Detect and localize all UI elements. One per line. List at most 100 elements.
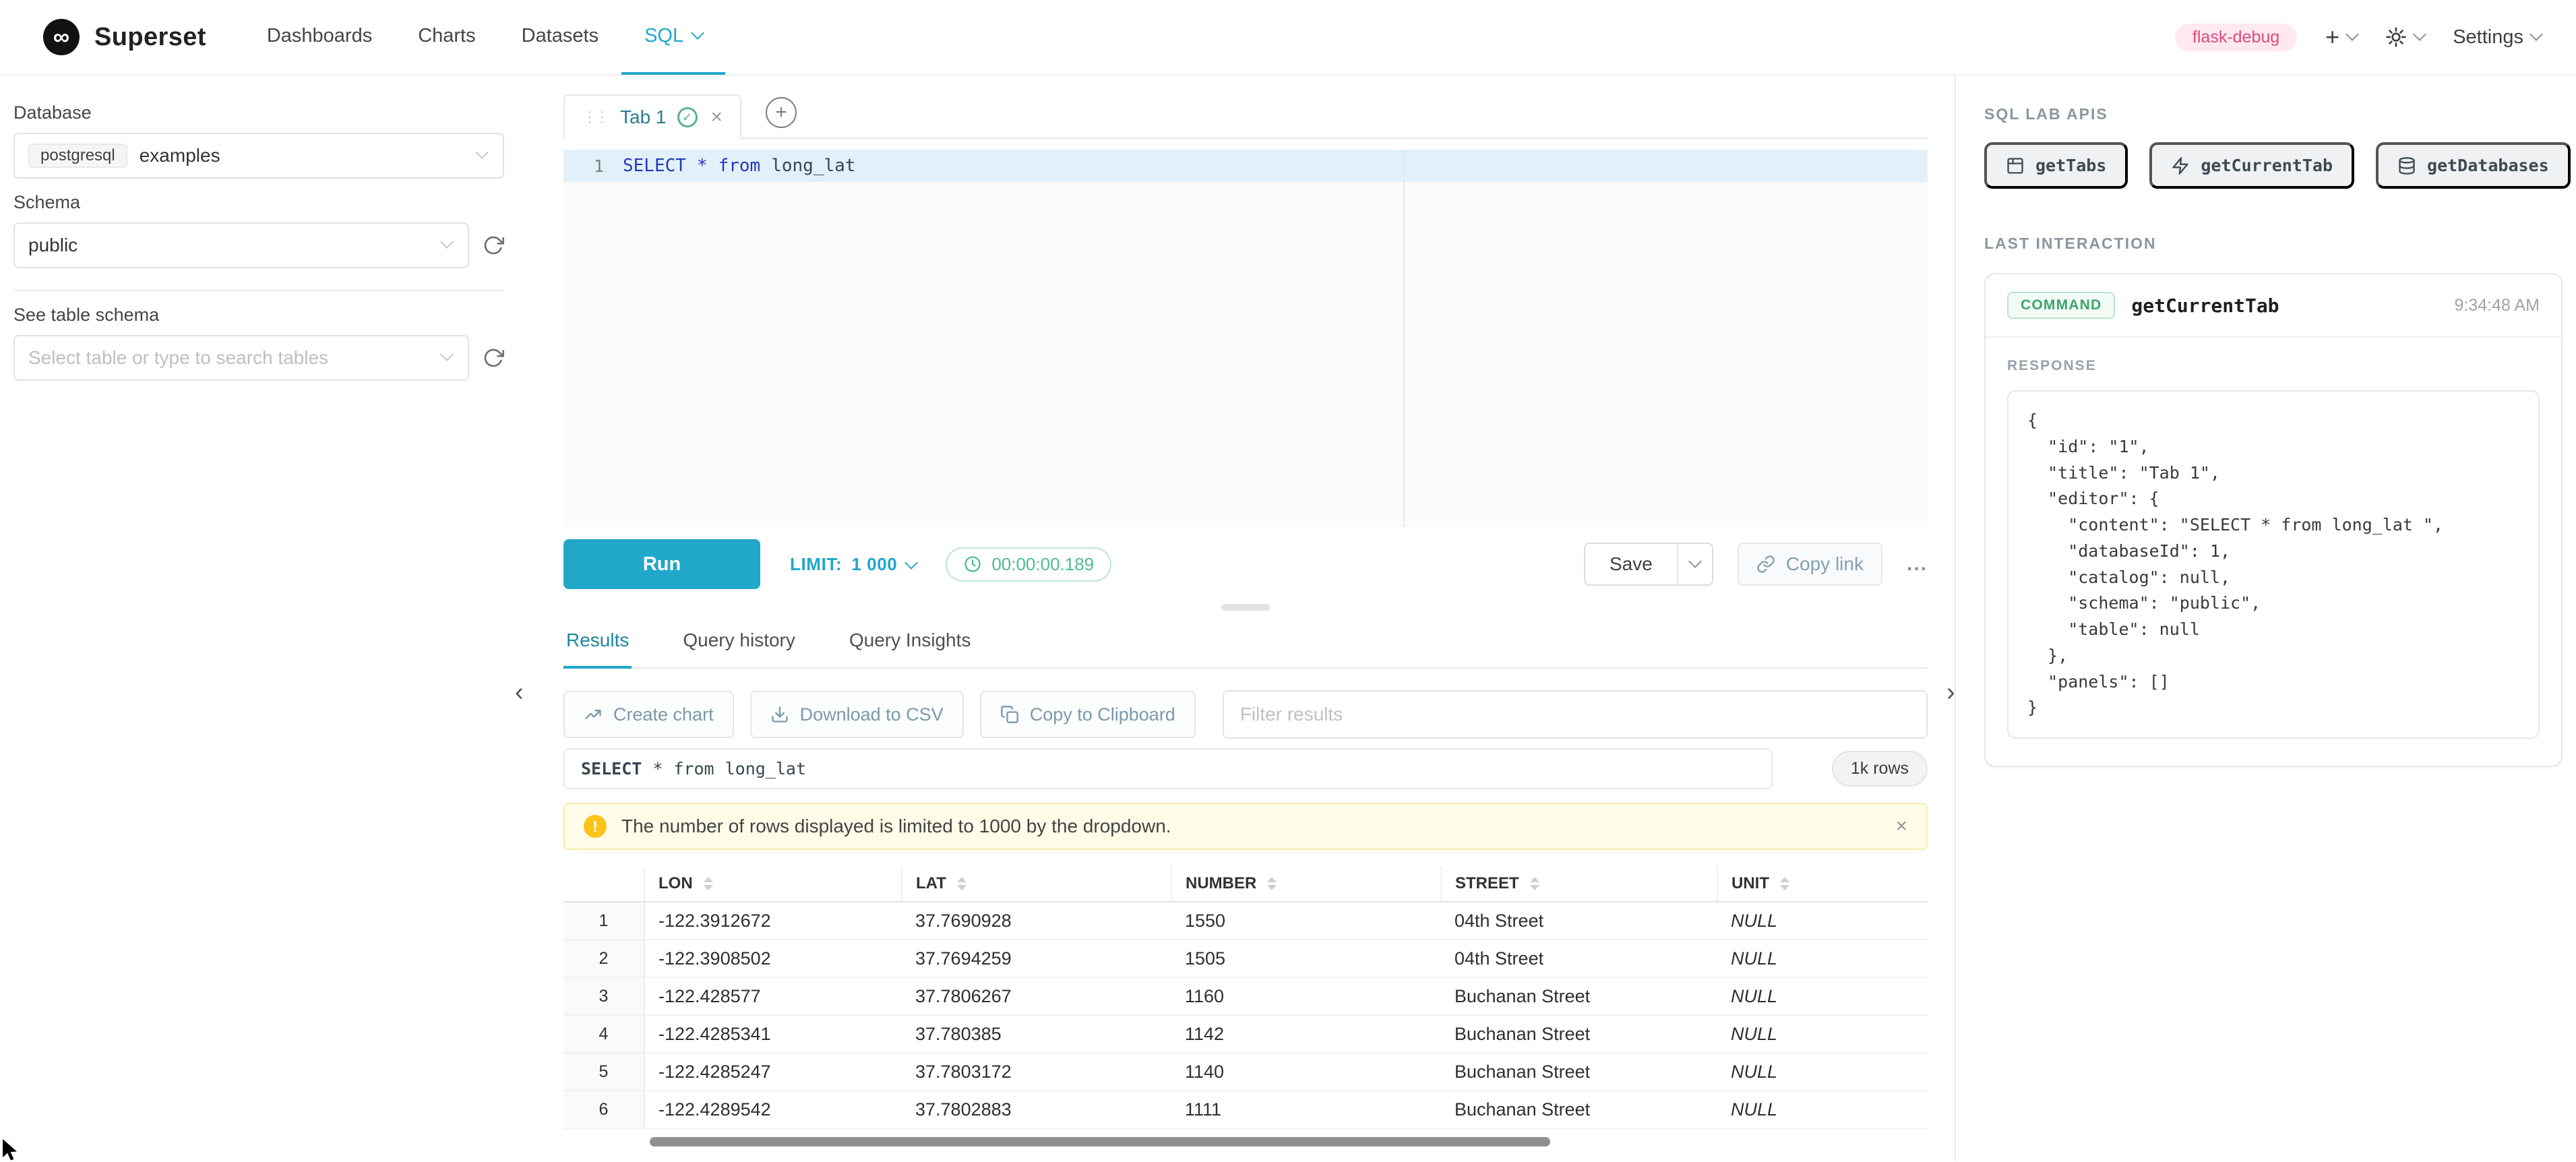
add-tab-button[interactable]: + — [766, 97, 797, 128]
column-header-number[interactable]: NUMBER — [1171, 866, 1441, 902]
download-csv-label: Download to CSV — [800, 704, 944, 725]
editor-tab[interactable]: ⋮⋮ Tab 1 ✓ × — [563, 94, 741, 139]
api-button-label: getCurrentTab — [2201, 156, 2333, 175]
environment-badge: flask-debug — [2175, 24, 2297, 51]
brand[interactable]: ∞ Superset — [43, 19, 206, 55]
table-row[interactable]: 5 -122.4285247 37.7803172 1140 Buchanan … — [563, 1053, 1928, 1091]
chart-icon — [584, 705, 603, 724]
table-row[interactable]: 4 -122.4285341 37.780385 1142 Buchanan S… — [563, 1015, 1928, 1053]
refresh-tables-button[interactable] — [483, 347, 504, 369]
tab-title: Tab 1 — [620, 106, 667, 128]
sql-keyword: from — [718, 156, 761, 176]
theme-toggle-button[interactable] — [2385, 26, 2424, 48]
close-tab-icon[interactable]: × — [711, 107, 723, 127]
sort-icon[interactable] — [957, 877, 967, 890]
column-header-lat[interactable]: LAT — [902, 866, 1171, 902]
clock-icon — [963, 555, 982, 574]
sort-icon[interactable] — [1267, 877, 1277, 890]
run-button[interactable]: Run — [563, 539, 760, 589]
limit-dropdown[interactable]: LIMIT: 1 000 — [790, 554, 916, 575]
limit-value: 1 000 — [851, 554, 897, 575]
save-options-button[interactable] — [1677, 544, 1712, 584]
cell-street: 04th Street — [1441, 940, 1717, 977]
cell-street: Buchanan Street — [1441, 1091, 1717, 1128]
collapse-left-panel-button[interactable]: ‹ — [515, 679, 524, 705]
refresh-schema-button[interactable] — [483, 235, 504, 256]
nav-item-datasets[interactable]: Datasets — [499, 0, 621, 75]
editor-line-1[interactable]: 1 SELECT*fromlong_lat — [563, 150, 1928, 182]
nav-item-dashboards[interactable]: Dashboards — [244, 0, 395, 75]
cell-lat: 37.780385 — [902, 1015, 1171, 1053]
more-options-button[interactable]: ... — [1907, 553, 1928, 576]
sql-code-editor[interactable]: 1 SELECT*fromlong_lat — [563, 150, 1928, 527]
cell-lon: -122.3908502 — [644, 940, 902, 977]
schema-value: public — [28, 235, 78, 256]
table-row[interactable]: 6 -122.4289542 37.7802883 1111 Buchanan … — [563, 1091, 1928, 1128]
cell-street: 04th Street — [1441, 902, 1717, 940]
command-name: getCurrentTab — [2131, 295, 2279, 317]
results-table: LON LAT NUMBER STREET UNIT 1 -122.391267… — [563, 866, 1928, 1129]
table-row[interactable]: 2 -122.3908502 37.7694259 1505 04th Stre… — [563, 940, 1928, 977]
column-header-lon[interactable]: LON — [644, 866, 902, 902]
nav-item-charts[interactable]: Charts — [395, 0, 498, 75]
settings-menu[interactable]: Settings — [2453, 26, 2541, 49]
drag-handle-icon[interactable]: ⋮⋮ — [582, 109, 609, 126]
nav-item-sql[interactable]: SQL — [621, 0, 725, 75]
mouse-cursor — [3, 1139, 19, 1162]
schema-select[interactable]: public — [13, 222, 469, 268]
table-select[interactable]: Select table or type to search tables — [13, 335, 469, 381]
horizontal-scrollbar[interactable] — [650, 1137, 1550, 1146]
download-icon — [770, 705, 789, 724]
interaction-card-header: COMMAND getCurrentTab 9:34:48 AM — [1986, 274, 2561, 338]
tab-query-insights[interactable]: Query Insights — [847, 617, 974, 669]
collapse-right-panel-button[interactable]: › — [1946, 679, 1955, 705]
cell-number: 1160 — [1171, 977, 1441, 1015]
panel-divider — [13, 290, 504, 291]
database-select[interactable]: postgresql examples — [13, 133, 504, 179]
cell-number: 1550 — [1171, 902, 1441, 940]
command-timestamp: 9:34:48 AM — [2455, 296, 2540, 315]
get-databases-button[interactable]: getDatabases — [2376, 142, 2571, 189]
sun-icon — [2385, 26, 2407, 48]
copy-link-button[interactable]: Copy link — [1738, 543, 1882, 586]
sqllab-left-panel: Database postgresql examples Schema publ… — [0, 75, 526, 1161]
executed-query-text: SELECT*fromlong_lat — [563, 748, 1773, 789]
cell-lat: 37.7803172 — [902, 1053, 1171, 1091]
table-row[interactable]: 1 -122.3912672 37.7690928 1550 04th Stre… — [563, 902, 1928, 940]
download-csv-button[interactable]: Download to CSV — [750, 691, 964, 738]
row-number: 5 — [563, 1053, 644, 1091]
column-header-street[interactable]: STREET — [1441, 866, 1717, 902]
cell-unit: NULL — [1717, 1015, 1928, 1053]
tab-query-history[interactable]: Query history — [680, 617, 798, 669]
table-row: Select table or type to search tables — [13, 335, 504, 381]
save-button[interactable]: Save — [1584, 543, 1713, 586]
splitter-drag-handle[interactable] — [1221, 604, 1270, 611]
copy-to-clipboard-button[interactable]: Copy to Clipboard — [980, 691, 1196, 738]
close-warning-icon[interactable]: × — [1895, 815, 1907, 838]
database-engine-tag: postgresql — [28, 144, 127, 168]
sort-icon[interactable] — [1780, 877, 1789, 890]
tab-results[interactable]: Results — [563, 617, 632, 669]
cell-lon: -122.428577 — [644, 977, 902, 1015]
sort-icon[interactable] — [1530, 877, 1539, 890]
new-item-button[interactable]: + — [2325, 25, 2357, 49]
sql-keyword: SELECT — [581, 759, 642, 778]
editor-tab-bar: ⋮⋮ Tab 1 ✓ × + — [563, 94, 1928, 139]
table-row[interactable]: 3 -122.428577 37.7806267 1160 Buchanan S… — [563, 977, 1928, 1015]
create-chart-button[interactable]: Create chart — [563, 691, 734, 738]
sort-icon[interactable] — [704, 877, 713, 890]
chevron-down-icon — [2413, 28, 2426, 41]
main-nav: Dashboards Charts Datasets SQL — [244, 0, 725, 75]
column-label: LAT — [916, 874, 946, 893]
nav-label: Charts — [418, 25, 475, 47]
cell-number: 1140 — [1171, 1053, 1441, 1091]
editor-toolbar: Run LIMIT: 1 000 00:00:00.189 Save Copy … — [563, 527, 1928, 601]
table-header-row: LON LAT NUMBER STREET UNIT — [563, 866, 1928, 902]
filter-results-input[interactable] — [1223, 690, 1928, 739]
column-header-unit[interactable]: UNIT — [1717, 866, 1928, 902]
get-tabs-button[interactable]: getTabs — [1984, 142, 2128, 189]
cell-street: Buchanan Street — [1441, 977, 1717, 1015]
column-label: STREET — [1455, 874, 1519, 893]
brand-name: Superset — [94, 23, 206, 52]
get-current-tab-button[interactable]: getCurrentTab — [2149, 142, 2354, 189]
